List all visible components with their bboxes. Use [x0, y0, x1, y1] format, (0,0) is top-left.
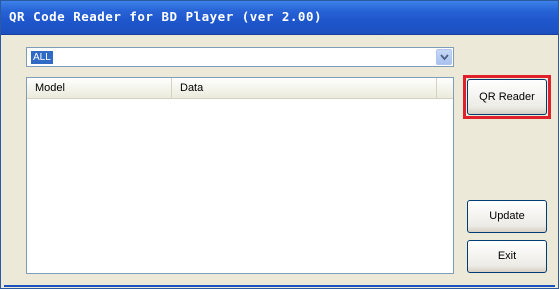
- column-header-data[interactable]: Data: [172, 78, 437, 98]
- model-data-list[interactable]: Model Data: [26, 77, 454, 274]
- filter-selected-value: ALL: [31, 51, 53, 64]
- chevron-down-icon: [440, 54, 449, 61]
- filter-dropdown[interactable]: ALL: [26, 47, 454, 67]
- dropdown-button[interactable]: [436, 49, 452, 65]
- window-title: QR Code Reader for BD Player (ver 2.00): [9, 9, 322, 24]
- update-button[interactable]: Update: [467, 200, 547, 233]
- column-header-model[interactable]: Model: [27, 78, 172, 98]
- list-header: Model Data: [27, 78, 453, 99]
- qr-reader-button[interactable]: QR Reader: [467, 79, 547, 115]
- exit-button[interactable]: Exit: [467, 240, 547, 273]
- title-bar[interactable]: QR Code Reader for BD Player (ver 2.00): [1, 1, 558, 35]
